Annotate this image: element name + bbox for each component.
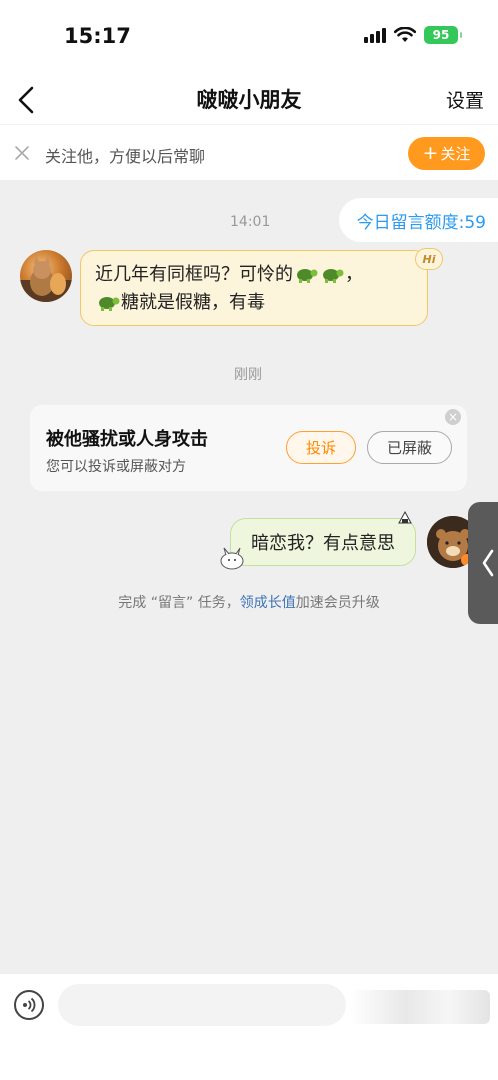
- avatar[interactable]: [20, 250, 72, 302]
- follow-hint: 关注他，方便以后常聊: [45, 147, 206, 166]
- notice-description: 您可以投诉或屏蔽对方: [46, 459, 186, 475]
- follow-label: 关注: [440, 145, 471, 163]
- chat-header: 啵啵小朋友 设置: [0, 76, 498, 124]
- plus-icon: +: [422, 142, 439, 164]
- input-bar: [0, 974, 498, 1080]
- incoming-message-bubble[interactable]: 近几年有同框吗？可怜的 ， 糖就是假糖，有毒: [80, 250, 428, 326]
- timestamp: 14:01: [230, 214, 271, 230]
- task-tip-suffix: 加速会员升级: [295, 595, 380, 611]
- status-time: 15:17: [64, 24, 131, 48]
- close-icon[interactable]: [12, 143, 32, 163]
- message-line: 近几年有同框吗？可怜的 ，: [95, 261, 413, 289]
- input-tools[interactable]: [350, 990, 490, 1024]
- wifi-icon: [394, 27, 416, 42]
- message-input[interactable]: [58, 984, 346, 1026]
- status-icons: 95: [364, 26, 462, 44]
- report-button[interactable]: 投诉: [286, 431, 356, 464]
- hi-badge: Hi: [415, 248, 443, 270]
- message-text: 糖就是假糖，有毒: [121, 292, 265, 313]
- close-icon[interactable]: ×: [445, 409, 461, 425]
- turtle-emoji-icon: [297, 269, 318, 283]
- message-text: 近几年有同框吗？可怜的: [95, 264, 293, 285]
- timestamp: 刚刚: [234, 367, 262, 383]
- bunny-sticker-icon: [220, 547, 244, 570]
- message-quota-pill[interactable]: 今日留言额度:59: [338, 198, 498, 242]
- cellular-signal-icon: [364, 27, 386, 43]
- chevron-left-icon: [482, 549, 494, 577]
- task-tip: 完成 “留言” 任务，领成长值加速会员升级: [0, 592, 498, 612]
- cat-avatar-icon: [20, 256, 72, 302]
- battery-level: 95: [432, 28, 450, 42]
- turtle-emoji-icon: [323, 269, 344, 283]
- page-title: 啵啵小朋友: [196, 88, 302, 112]
- growth-value-link[interactable]: 领成长值: [240, 595, 296, 611]
- status-bar: 15:17 95: [0, 0, 498, 76]
- follow-bar: 关注他，方便以后常聊 + 关注: [0, 124, 498, 180]
- message-text: ，: [345, 264, 363, 285]
- notice-title: 被他骚扰或人身攻击: [46, 429, 208, 450]
- task-tip-prefix: 完成 “留言” 任务，: [118, 595, 240, 611]
- battery-icon: 95: [424, 26, 462, 44]
- rice-ball-sticker-icon: [398, 510, 412, 524]
- message-line: 糖就是假糖，有毒: [95, 289, 413, 317]
- blocked-button[interactable]: 已屏蔽: [367, 431, 452, 464]
- voice-button[interactable]: [14, 990, 44, 1020]
- harassment-notice-card: 被他骚扰或人身攻击 您可以投诉或屏蔽对方 投诉 已屏蔽 ×: [30, 405, 467, 491]
- turtle-emoji-icon: [99, 297, 120, 311]
- outgoing-message-bubble[interactable]: 暗恋我？有点意思: [230, 518, 416, 566]
- voice-icon: [23, 997, 36, 1013]
- settings-button[interactable]: 设置: [446, 86, 484, 113]
- chat-area[interactable]: 14:01 今日留言额度:59 近几年有同框吗？可怜的 ， 糖就是假糖，有毒 Hi…: [0, 180, 498, 974]
- follow-button[interactable]: + 关注: [408, 137, 485, 170]
